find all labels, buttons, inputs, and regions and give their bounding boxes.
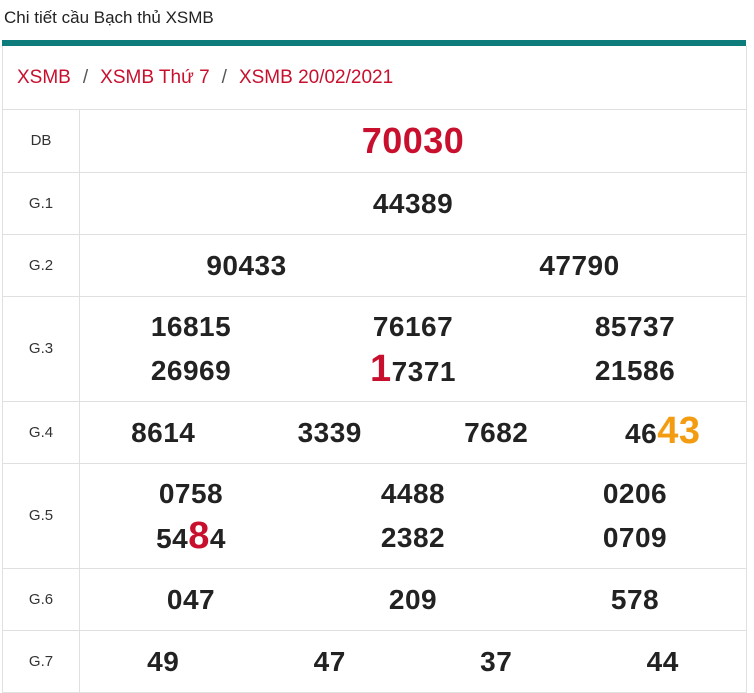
- prize-number: 47790: [539, 249, 620, 281]
- prize-number-highlighted: 17371: [370, 347, 456, 390]
- prize-label: G.5: [3, 462, 80, 568]
- row-g5: G.5 0758 4488 0206 5484 2382 0709: [3, 462, 746, 568]
- prize-label: G.6: [3, 567, 80, 630]
- prize-number: 7682: [464, 416, 529, 448]
- prize-number: 0206: [602, 477, 668, 509]
- prize-number: 47: [313, 645, 346, 677]
- breadcrumb: XSMB / XSMB Thứ 7 / XSMB 20/02/2021: [3, 46, 746, 110]
- highlight-digit: 8: [188, 514, 210, 557]
- prize-number: 0709: [602, 521, 668, 553]
- highlight-digits: 43: [657, 409, 701, 452]
- breadcrumb-xsmb-date[interactable]: XSMB 20/02/2021: [239, 67, 393, 89]
- prize-number-highlighted: 4643: [625, 409, 701, 452]
- results-table: DB 70030 G.1 44389 G.2 90433 47790 G.3 1…: [3, 110, 746, 692]
- highlight-digit: 1: [370, 347, 392, 390]
- row-g4: G.4 8614 3339 7682 4643: [3, 400, 746, 463]
- prize-label: G.1: [3, 171, 80, 234]
- row-g1: G.1 44389: [3, 171, 746, 234]
- breadcrumb-xsmb-thu-7[interactable]: XSMB Thứ 7: [100, 67, 210, 89]
- prize-label: G.4: [3, 400, 80, 463]
- row-g3: G.3 16815 76167 85737 26969 17371 21586: [3, 295, 746, 401]
- prize-number: 85737: [594, 310, 676, 342]
- prize-number: 047: [166, 583, 216, 615]
- prize-number: 578: [610, 583, 660, 615]
- prize-label: G.3: [3, 295, 80, 401]
- prize-number-highlighted: 5484: [156, 514, 226, 557]
- prize-number: 90433: [206, 249, 287, 281]
- prize-number: 4488: [380, 477, 446, 509]
- prize-number: 26969: [150, 354, 232, 386]
- prize-number: 8614: [131, 416, 196, 448]
- row-g2: G.2 90433 47790: [3, 233, 746, 296]
- prize-number: 2382: [380, 521, 446, 553]
- results-panel: XSMB / XSMB Thứ 7 / XSMB 20/02/2021 DB 7…: [2, 46, 747, 693]
- prize-number: 16815: [150, 310, 232, 342]
- prize-number: 3339: [297, 416, 362, 448]
- prize-number: 37: [480, 645, 513, 677]
- prize-number: 76167: [372, 310, 454, 342]
- row-g6: G.6 047 209 578: [3, 567, 746, 630]
- prize-number: 209: [388, 583, 438, 615]
- row-db: DB 70030: [3, 110, 746, 172]
- breadcrumb-xsmb[interactable]: XSMB: [17, 67, 71, 89]
- prize-number: 49: [147, 645, 180, 677]
- prize-label: G.2: [3, 233, 80, 296]
- page-title: Chi tiết cầu Bạch thủ XSMB: [4, 8, 214, 27]
- prize-number: 70030: [361, 120, 465, 162]
- prize-number: 21586: [594, 354, 676, 386]
- prize-label: DB: [3, 110, 80, 172]
- prize-number: 44389: [372, 187, 454, 219]
- prize-number: 0758: [158, 477, 224, 509]
- breadcrumb-separator: /: [221, 66, 227, 88]
- prize-number: 44: [646, 645, 679, 677]
- breadcrumb-separator: /: [82, 66, 89, 88]
